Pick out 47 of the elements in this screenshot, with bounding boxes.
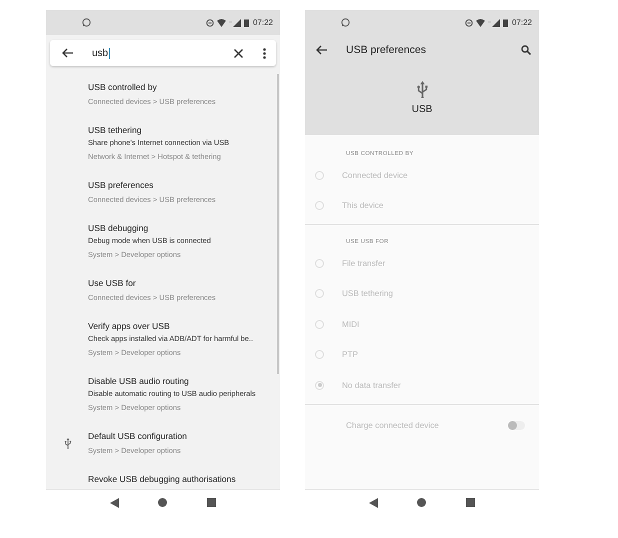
wifi-icon [476,18,485,26]
result-title: USB tethering [88,124,143,137]
result-title: Verify apps over USB [88,320,171,333]
option-label: File transfer [342,258,386,268]
status-time: 07:22 [252,18,273,27]
result-title: USB controlled by [88,81,158,94]
option-label: Connected device [342,170,408,180]
more-options-icon[interactable] [263,48,266,58]
toolbar-title: USB preferences [346,44,427,56]
search-field[interactable]: usb [92,48,234,58]
do-not-disturb-icon [206,18,214,26]
back-arrow-icon[interactable] [62,48,73,58]
do-not-disturb-icon [464,18,473,26]
option-label: MIDI [342,320,360,329]
toggle-label: Charge connected device [346,420,439,430]
back-icon[interactable] [368,498,378,508]
search-icon[interactable] [521,45,531,55]
recents-icon[interactable] [207,498,216,507]
recents-icon[interactable] [466,498,476,507]
chat-icon [341,18,350,27]
search-result[interactable]: Revoke USB debugging authorisations [46,465,280,489]
result-title: USB preferences [88,179,154,192]
result-title: USB debugging [88,222,150,235]
back-icon[interactable] [110,498,119,508]
result-title: Disable USB audio routing [88,375,190,388]
signal-icon [228,18,241,26]
header-label: USB [412,104,432,115]
usb-icon [64,438,72,449]
chat-icon [82,18,91,27]
option-label: This device [342,201,384,210]
home-icon[interactable] [417,498,426,507]
battery-icon [502,18,508,26]
scrollbar[interactable] [277,74,279,374]
status-time: 07:22 [512,18,532,27]
result-title: Use USB for [88,277,137,290]
wifi-icon [216,18,226,26]
close-icon[interactable] [234,48,243,58]
option-label: USB tethering [342,289,393,298]
option-label: No data transfer [342,380,401,390]
result-title: Default USB configuration [88,430,187,443]
signal-icon [488,18,500,26]
result-title: Revoke USB debugging authorisations [88,473,236,486]
option-label: PTP [342,350,358,360]
home-icon[interactable] [158,498,168,507]
back-arrow-icon[interactable] [316,45,327,55]
usb-icon [416,81,428,98]
battery-icon [244,18,249,26]
